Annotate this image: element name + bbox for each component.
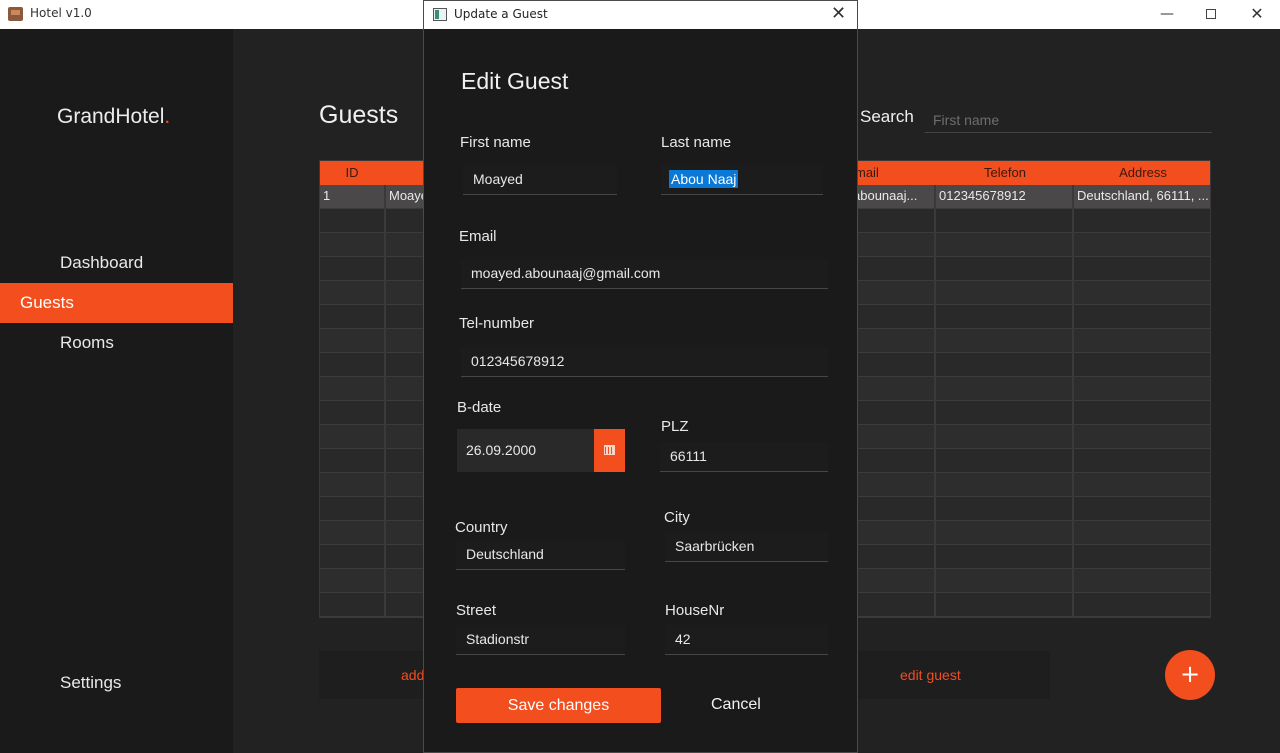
logo-text: GrandHotel [57, 105, 165, 128]
dialog-window-icon [433, 8, 447, 21]
column-header-id[interactable]: ID [320, 161, 384, 185]
maximize-icon [1206, 9, 1216, 19]
logo-dot: . [164, 105, 171, 128]
cell-email: abounaaj... [853, 188, 918, 203]
minimize-button[interactable]: — [1144, 2, 1190, 26]
column-divider [1072, 185, 1074, 617]
edit-guest-bar: edit guest [845, 651, 1050, 699]
sidebar-item-guests[interactable]: Guests [0, 283, 233, 323]
page-title: Guests [319, 101, 399, 129]
calendar-icon [604, 445, 615, 455]
country-label: Country [455, 519, 508, 536]
last-name-field[interactable]: Abou Naaj [661, 165, 823, 195]
window-close-button[interactable]: ✕ [1234, 2, 1280, 26]
housenr-label: HouseNr [665, 602, 725, 619]
window-title: Hotel v1.0 [30, 6, 92, 20]
column-header-telefon[interactable]: Telefon [936, 161, 1074, 185]
column-divider [934, 185, 936, 617]
cell-telefon: 012345678912 [939, 188, 1026, 203]
sidebar-item-dashboard[interactable]: Dashboard [0, 243, 233, 283]
column-divider [384, 185, 386, 617]
dialog-titlebar: Update a Guest ✕ [424, 1, 857, 29]
street-field[interactable]: Stadionstr [456, 625, 625, 655]
save-changes-button[interactable]: Save changes [456, 688, 661, 723]
cell-id: 1 [323, 188, 331, 203]
plz-field[interactable]: 66111 [660, 442, 828, 472]
bdate-label: B-date [457, 399, 502, 416]
add-guest-button[interactable]: add [401, 667, 424, 683]
search-input[interactable] [925, 107, 1212, 133]
last-name-selected-text: Abou Naaj [669, 170, 739, 188]
tel-field[interactable]: 012345678912 [461, 347, 828, 377]
column-header-address[interactable]: Address [1074, 161, 1210, 185]
sidebar: GrandHotel. Dashboard Guests Rooms Setti… [0, 29, 233, 753]
bdate-field[interactable]: 26.09.2000 [457, 429, 595, 472]
email-label: Email [459, 228, 497, 245]
first-name-label: First name [460, 134, 531, 151]
dialog-window-title: Update a Guest [454, 7, 548, 21]
city-field[interactable]: Saarbrücken [665, 532, 828, 562]
sidebar-item-rooms[interactable]: Rooms [0, 323, 233, 363]
edit-guest-button[interactable]: edit guest [900, 667, 961, 683]
sidebar-item-settings[interactable]: Settings [0, 663, 233, 703]
column-header-email[interactable]: mail [855, 161, 935, 185]
plz-label: PLZ [661, 418, 689, 435]
search-label: Search [860, 107, 914, 126]
app-logo: GrandHotel. [57, 105, 170, 129]
city-label: City [664, 509, 690, 526]
cell-first-name: Moaye [389, 188, 426, 203]
date-picker-button[interactable] [594, 429, 625, 472]
tel-label: Tel-number [459, 315, 535, 332]
email-field[interactable]: moayed.abounaaj@gmail.com [461, 259, 828, 289]
cell-address: Deutschland, 66111, ... [1077, 188, 1209, 203]
last-name-label: Last name [661, 134, 732, 151]
street-label: Street [456, 602, 497, 619]
housenr-field[interactable]: 42 [665, 625, 828, 655]
dialog-close-button[interactable]: ✕ [831, 3, 846, 24]
add-fab-button[interactable]: + [1165, 650, 1215, 700]
cancel-button[interactable]: Cancel [711, 696, 761, 714]
edit-guest-dialog: Update a Guest ✕ Edit Guest First name M… [423, 0, 858, 753]
first-name-field[interactable]: Moayed [463, 165, 617, 195]
country-field[interactable]: Deutschland [456, 540, 625, 570]
dialog-heading: Edit Guest [461, 68, 569, 94]
hotel-app-icon [8, 7, 23, 21]
maximize-button[interactable] [1188, 2, 1234, 26]
